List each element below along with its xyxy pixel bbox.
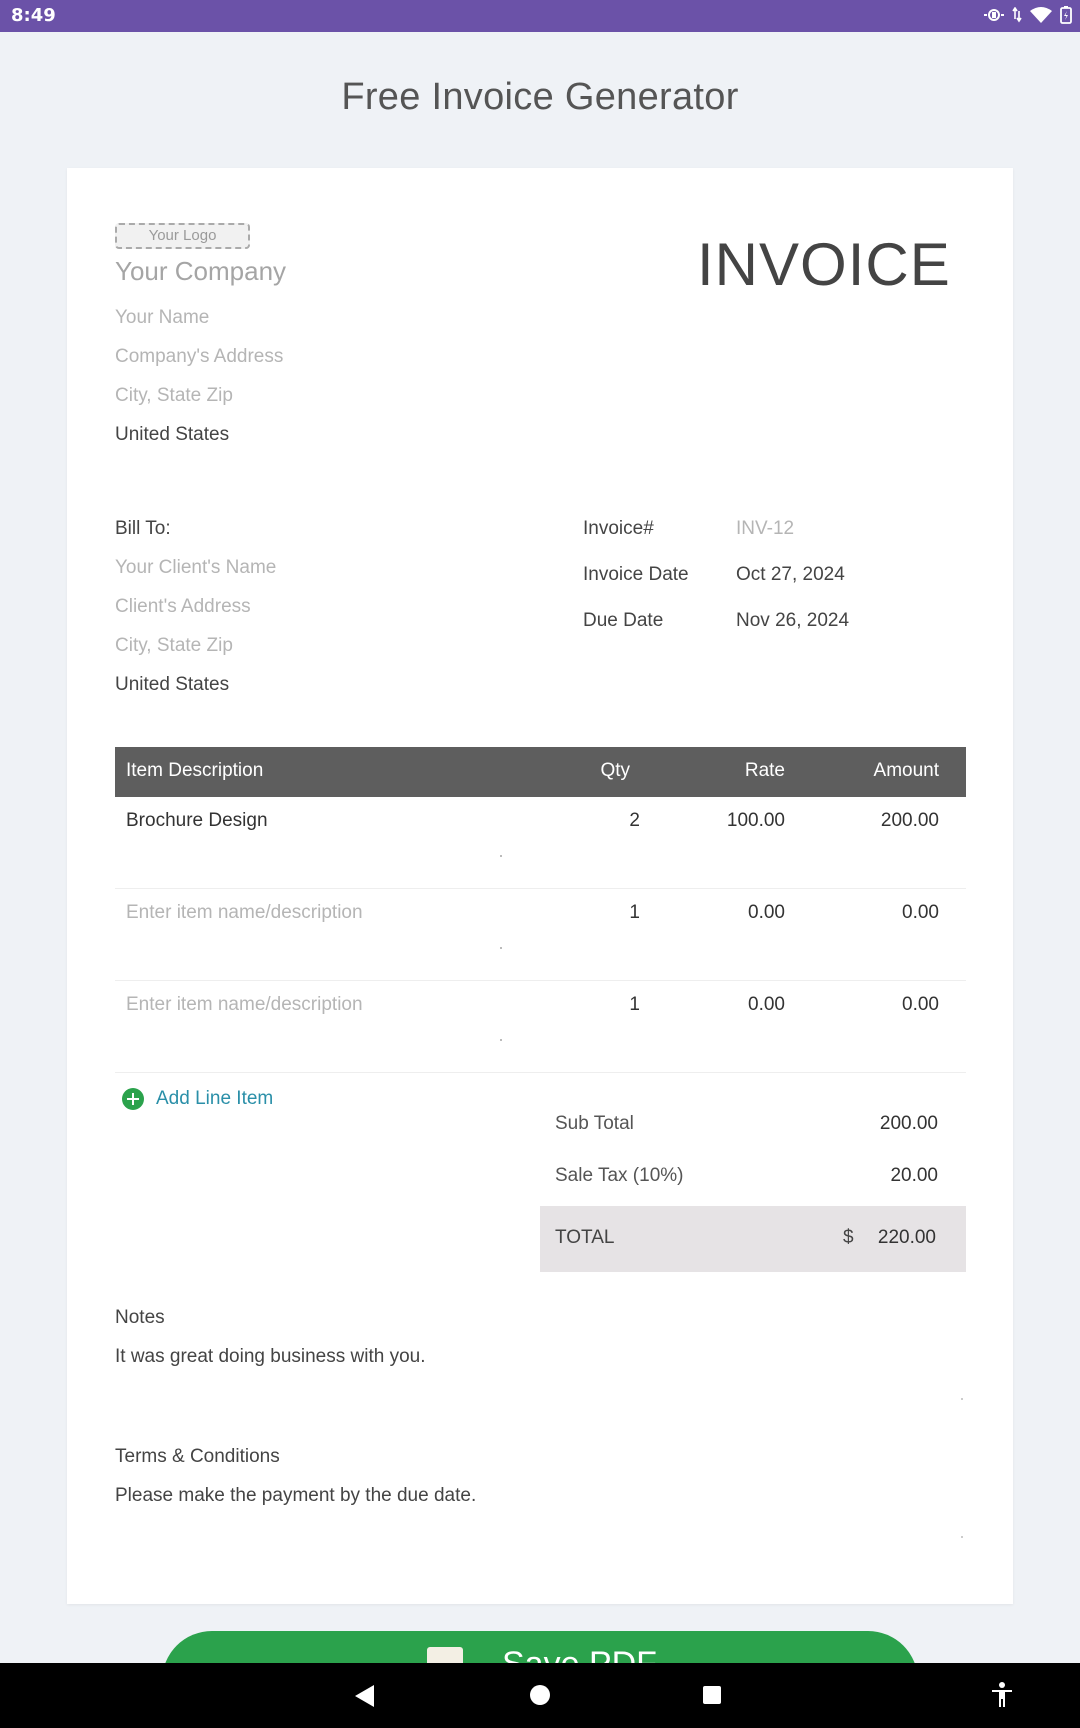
subtotal-label: Sub Total [555,1113,634,1134]
item-qty-input[interactable]: 1 [570,994,640,1016]
status-icons [984,6,1072,24]
logo-upload[interactable]: Your Logo [115,223,250,249]
terms-resize-handle[interactable] [961,1536,963,1538]
header-amount: Amount [873,760,939,781]
navigation-bar [0,1663,1080,1728]
invoice-heading[interactable]: INVOICE [697,230,950,299]
item-rate-input[interactable]: 0.00 [670,994,785,1016]
bill-to-label: Bill To: [115,518,171,539]
header-qty: Qty [600,760,630,781]
client-city-input[interactable]: City, State Zip [115,635,233,657]
total-row: TOTAL $ 220.00 [540,1206,966,1272]
data-transfer-icon [1012,7,1022,23]
terms-label: Terms & Conditions [115,1446,280,1467]
your-name-input[interactable]: Your Name [115,307,209,329]
item-rate-input[interactable]: 100.00 [670,810,785,832]
item-qty-input[interactable]: 2 [570,810,640,832]
item-amount: 200.00 [880,810,939,831]
subtotal-value: 200.00 [879,1113,938,1134]
recents-icon[interactable] [703,1686,721,1704]
table-row: Enter item name/description 1 0.00 0.00 [115,981,966,1073]
invoice-number-input[interactable]: INV-12 [736,518,794,540]
home-icon[interactable] [530,1685,550,1705]
page-title: Free Invoice Generator [341,76,739,118]
currency-symbol[interactable]: $ [843,1227,854,1249]
tax-label[interactable]: Sale Tax (10%) [555,1165,684,1187]
table-row: Brochure Design 2 100.00 200.00 [115,797,966,889]
company-address-input[interactable]: Company's Address [115,346,283,368]
item-rate-input[interactable]: 0.00 [670,902,785,924]
tax-value: 20.00 [890,1165,938,1186]
item-description-input[interactable]: Brochure Design [126,810,268,832]
resize-handle[interactable] [500,855,502,857]
item-amount: 0.00 [902,902,939,923]
add-circle-icon [122,1088,144,1110]
sync-icon [984,9,1004,21]
invoice-date-input[interactable]: Oct 27, 2024 [736,564,845,586]
items-table-header: Item Description Qty Rate Amount [115,747,966,797]
notes-label: Notes [115,1307,165,1328]
item-description-input[interactable]: Enter item name/description [126,994,363,1016]
invoice-card: Your Logo Your Company Your Name Company… [67,168,1013,1604]
wifi-icon [1030,6,1052,23]
header-rate: Rate [744,760,785,781]
company-country-select[interactable]: United States [115,424,229,446]
header-description: Item Description [126,760,264,781]
back-icon[interactable] [355,1685,374,1707]
invoice-number-label: Invoice# [583,518,654,539]
client-name-input[interactable]: Your Client's Name [115,557,276,579]
status-bar: 8:49 [0,0,1080,32]
accessibility-icon[interactable] [991,1682,1013,1708]
add-line-item-button[interactable]: Add Line Item [122,1088,273,1110]
due-date-input[interactable]: Nov 26, 2024 [736,610,849,632]
table-row: Enter item name/description 1 0.00 0.00 [115,889,966,981]
total-label: TOTAL [555,1227,615,1248]
client-country-select[interactable]: United States [115,674,229,696]
item-description-input[interactable]: Enter item name/description [126,902,363,924]
company-name-input[interactable]: Your Company [115,256,286,287]
notes-resize-handle[interactable] [961,1398,963,1400]
add-line-item-label: Add Line Item [156,1088,274,1109]
company-city-input[interactable]: City, State Zip [115,385,233,407]
due-date-label: Due Date [583,610,664,631]
battery-icon [1060,6,1072,24]
item-amount: 0.00 [902,994,939,1015]
item-qty-input[interactable]: 1 [570,902,640,924]
notes-input[interactable]: It was great doing business with you. [115,1346,426,1368]
terms-input[interactable]: Please make the payment by the due date. [115,1485,476,1507]
total-value: 220.00 [877,1227,936,1248]
resize-handle[interactable] [500,1039,502,1041]
invoice-date-label: Invoice Date [583,564,689,585]
status-time: 8:49 [11,5,56,26]
client-address-input[interactable]: Client's Address [115,596,251,618]
resize-handle[interactable] [500,947,502,949]
